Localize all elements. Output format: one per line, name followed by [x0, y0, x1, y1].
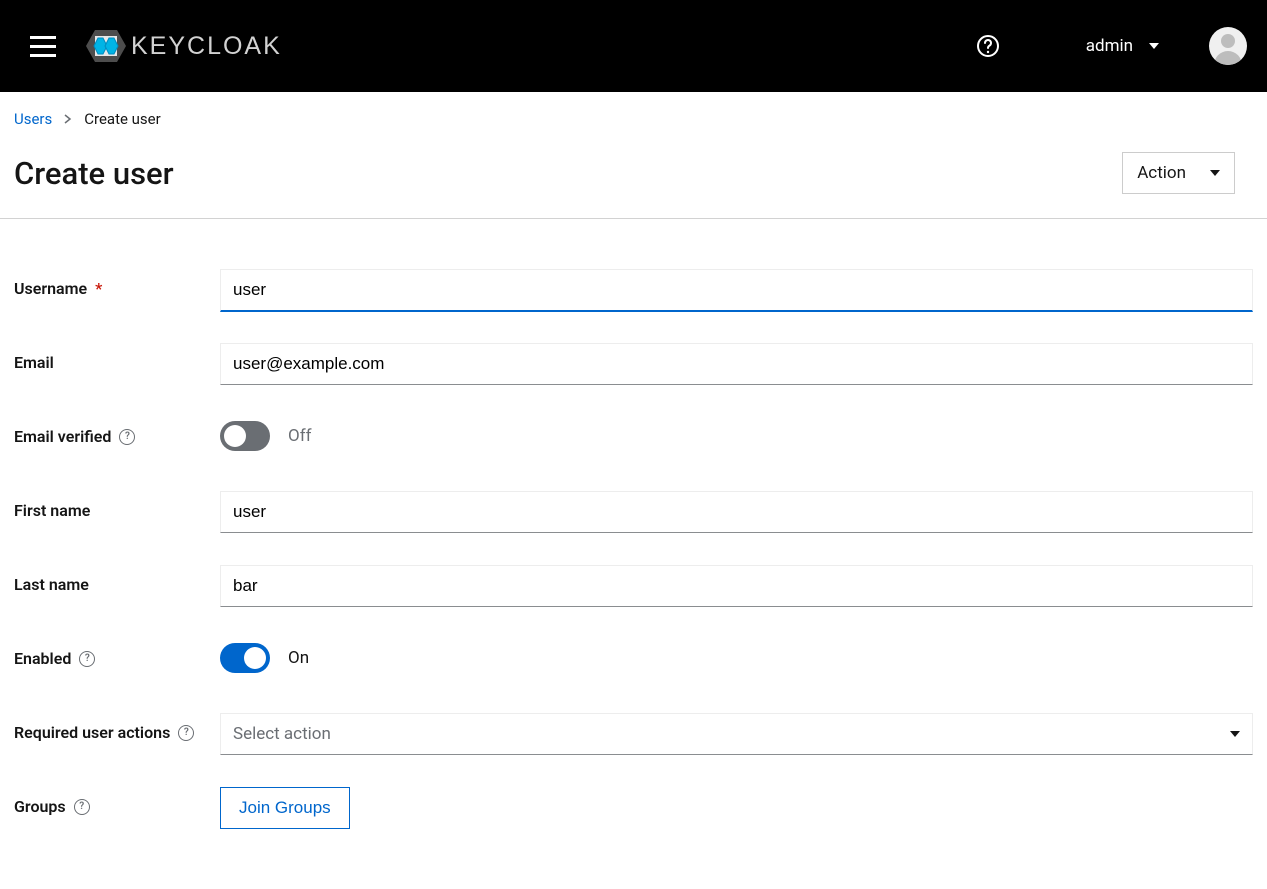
user-label: admin	[1086, 36, 1133, 56]
create-user-form: Username * Email Email verified ? Off	[0, 219, 1267, 875]
logo[interactable]: KEYCLOAK	[84, 24, 282, 68]
form-row-groups: Groups ? Join Groups	[14, 787, 1253, 831]
user-dropdown[interactable]: admin	[1086, 36, 1159, 56]
action-dropdown[interactable]: Action	[1122, 152, 1235, 194]
required-actions-select[interactable]: Select action	[220, 713, 1253, 755]
email-input[interactable]	[220, 343, 1253, 385]
form-row-last-name: Last name	[14, 565, 1253, 609]
caret-down-icon	[1210, 170, 1220, 176]
help-hint-icon[interactable]: ?	[119, 429, 135, 445]
form-row-required-actions: Required user actions ? Select action	[14, 713, 1253, 757]
label-email: Email	[14, 343, 220, 372]
title-row: Create user Action	[0, 146, 1267, 218]
help-hint-icon[interactable]: ?	[178, 725, 194, 741]
chevron-right-icon	[64, 114, 72, 124]
keycloak-logo-icon	[84, 24, 128, 68]
help-hint-icon[interactable]: ?	[74, 799, 90, 815]
label-enabled: Enabled ?	[14, 639, 220, 668]
caret-down-icon	[1230, 731, 1240, 737]
enabled-toggle[interactable]	[220, 643, 270, 673]
first-name-input[interactable]	[220, 491, 1253, 533]
enabled-state: On	[288, 648, 309, 668]
label-required-actions: Required user actions ?	[14, 713, 220, 742]
help-hint-icon[interactable]: ?	[79, 651, 95, 667]
avatar[interactable]	[1209, 27, 1247, 65]
breadcrumb-link-users[interactable]: Users	[14, 110, 52, 128]
top-header: KEYCLOAK admin	[0, 0, 1267, 92]
caret-down-icon	[1149, 43, 1159, 49]
breadcrumb: Users Create user	[0, 92, 1267, 146]
label-groups: Groups ?	[14, 787, 220, 816]
logo-text: KEYCLOAK	[131, 32, 282, 61]
label-username: Username *	[14, 269, 220, 298]
form-row-first-name: First name	[14, 491, 1253, 535]
label-last-name: Last name	[14, 565, 220, 594]
email-verified-state: Off	[288, 426, 312, 446]
form-row-email-verified: Email verified ? Off	[14, 417, 1253, 461]
hamburger-menu[interactable]	[20, 26, 66, 67]
help-icon[interactable]	[976, 34, 1000, 58]
page-title: Create user	[14, 155, 174, 192]
label-email-verified: Email verified ?	[14, 417, 220, 446]
select-placeholder: Select action	[233, 724, 331, 744]
breadcrumb-current: Create user	[84, 110, 160, 128]
avatar-icon	[1209, 27, 1247, 65]
email-verified-toggle[interactable]	[220, 421, 270, 451]
username-input[interactable]	[220, 269, 1253, 312]
form-row-enabled: Enabled ? On	[14, 639, 1253, 683]
required-indicator: *	[95, 279, 102, 298]
action-label: Action	[1137, 163, 1186, 183]
label-first-name: First name	[14, 491, 220, 520]
form-row-username: Username *	[14, 269, 1253, 313]
join-groups-button[interactable]: Join Groups	[220, 787, 350, 829]
last-name-input[interactable]	[220, 565, 1253, 607]
form-row-email: Email	[14, 343, 1253, 387]
